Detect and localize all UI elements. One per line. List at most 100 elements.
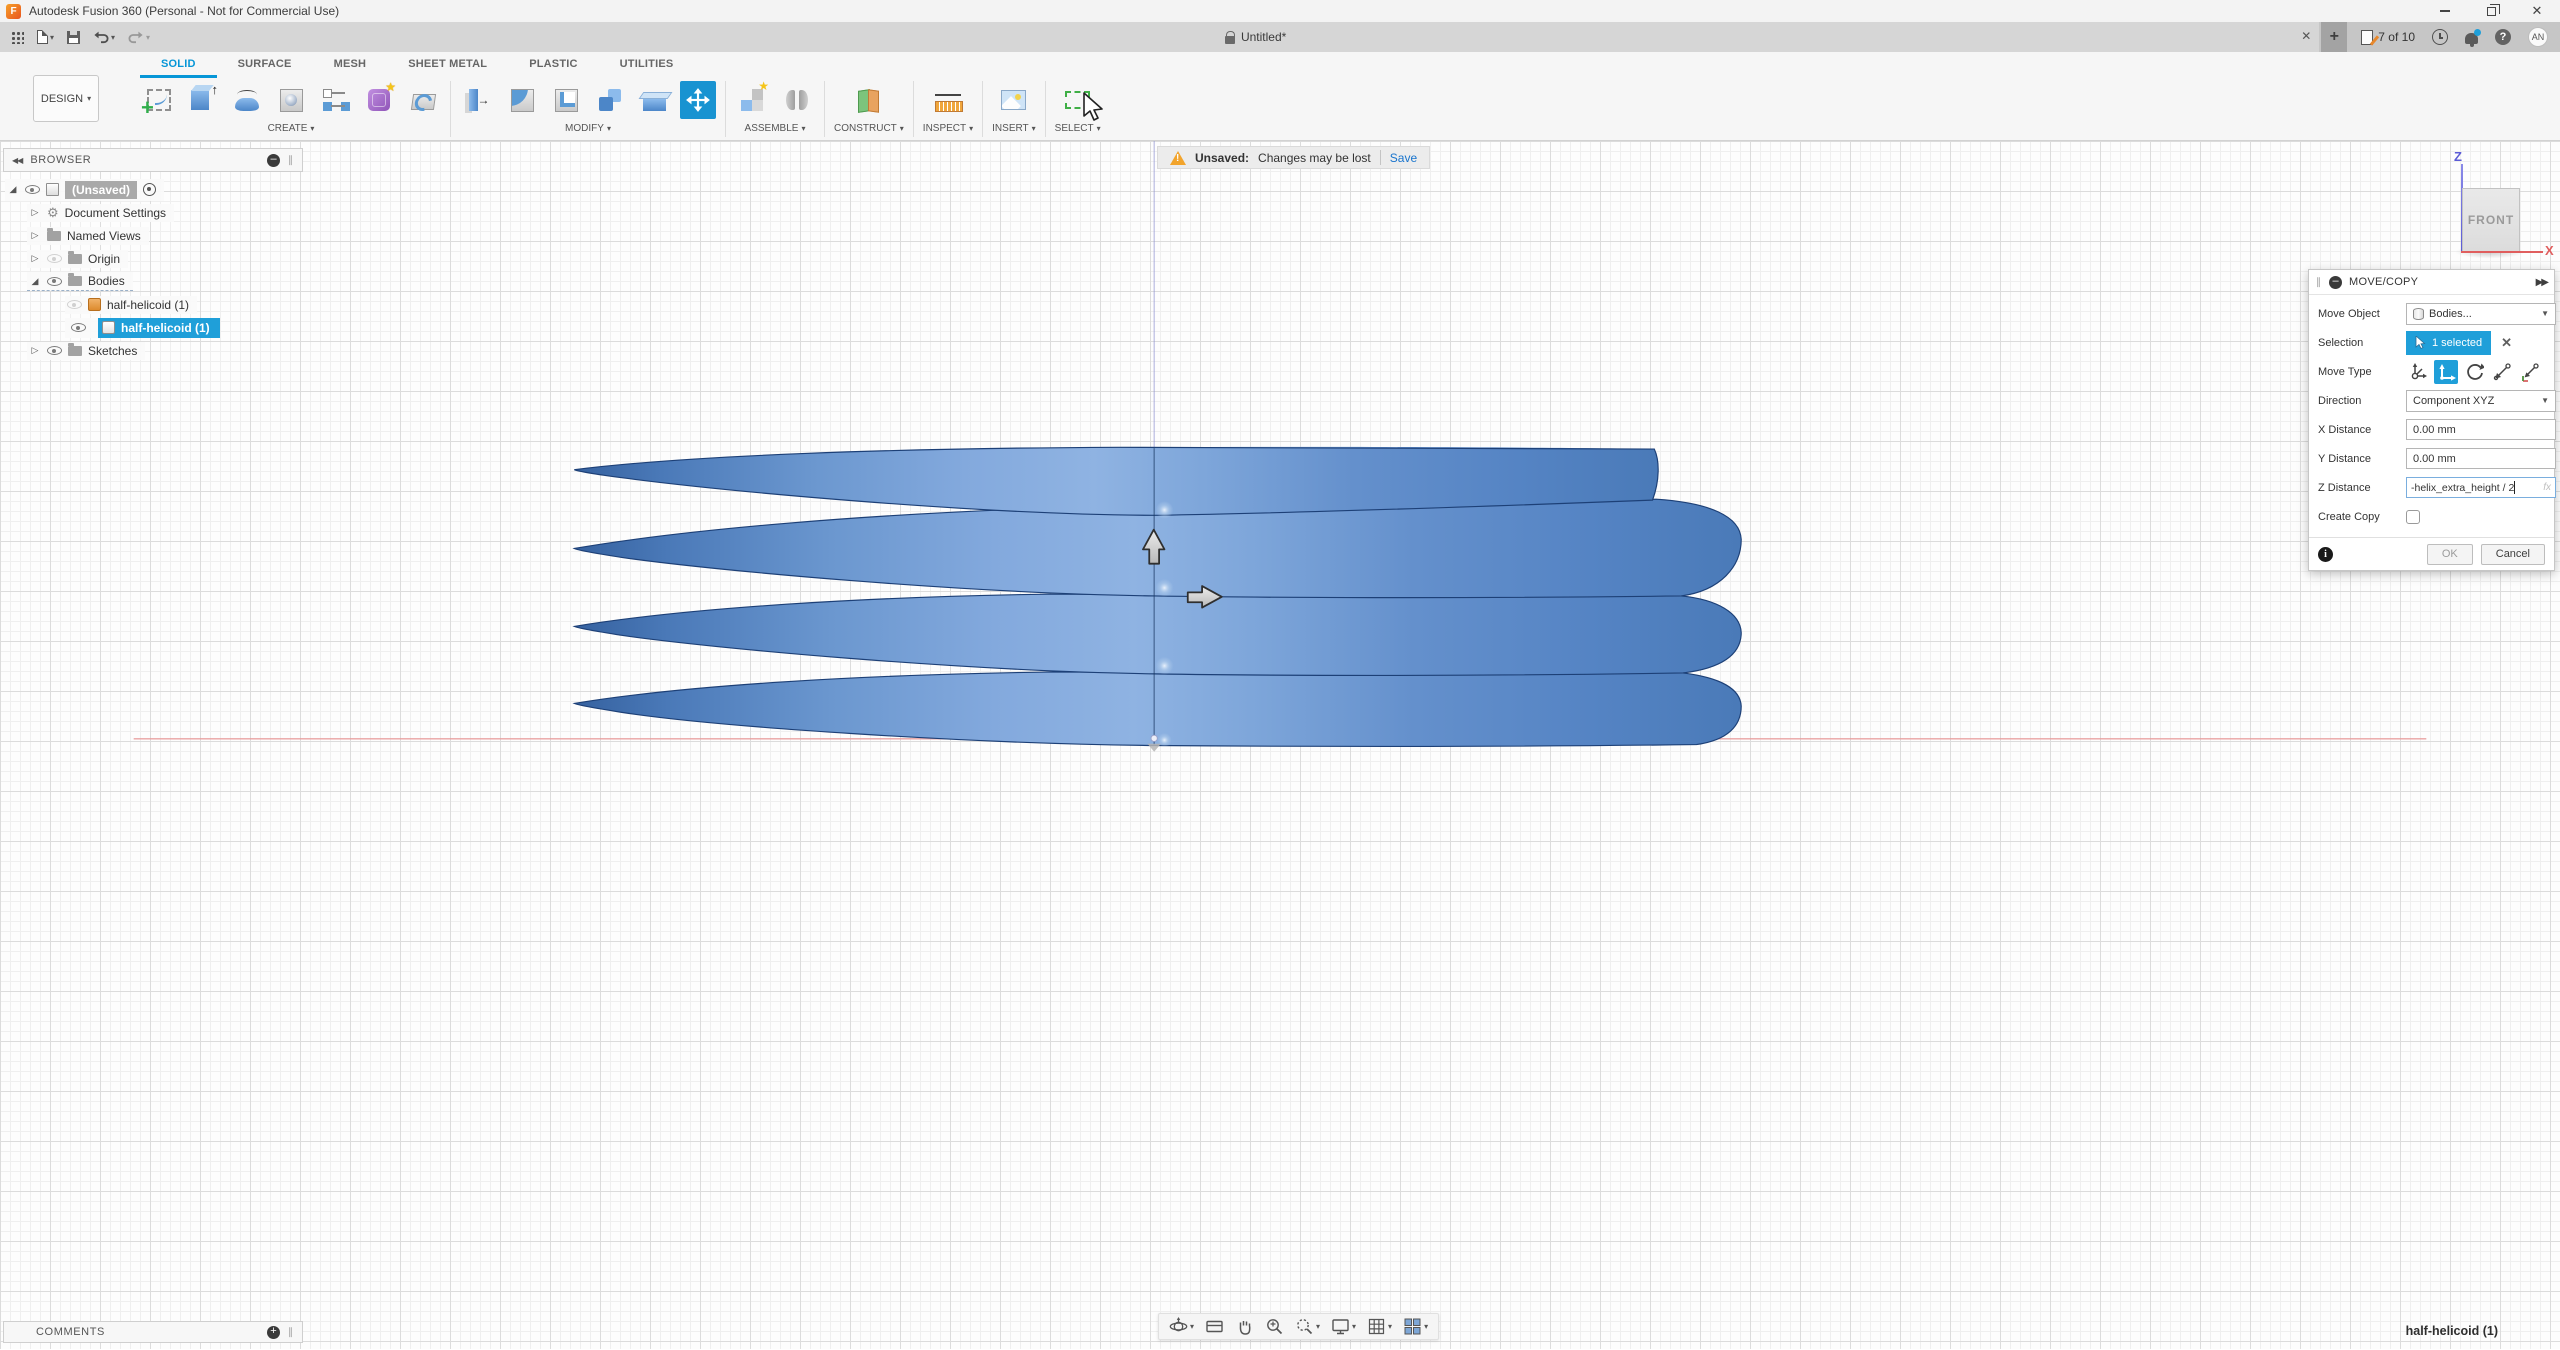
insert-canvas-icon[interactable] [996,81,1032,119]
clear-selection-icon[interactable]: ✕ [2501,335,2512,351]
minimize-panel-icon[interactable]: – [267,153,280,167]
comments-header[interactable]: COMMENTS + ∥ [3,1321,303,1343]
panel-grip[interactable]: ∥ [288,155,294,166]
collapsed-caret-icon[interactable]: ▷ [29,230,41,241]
insert-menu[interactable]: INSERT ▾ [992,123,1036,134]
visibility-eye-off-icon[interactable] [67,300,82,309]
look-at-button[interactable] [1205,1317,1224,1336]
split-body-icon[interactable] [636,81,672,119]
minimize-button[interactable] [2422,0,2468,22]
measure-icon[interactable] [930,81,966,119]
document-tab-close-icon[interactable]: ✕ [2301,29,2311,43]
create-copy-checkbox[interactable] [2406,509,2420,524]
move-copy-icon[interactable] [680,81,716,119]
tree-item-half-helicoid-selected[interactable]: half-helicoid (1) [3,316,303,339]
move-type-point-to-point-icon[interactable] [2490,360,2514,384]
coil-icon[interactable] [405,81,441,119]
job-status-icon[interactable] [2432,29,2448,45]
extrude-icon[interactable] [185,81,221,119]
tab-mesh[interactable]: MESH [313,52,388,78]
app-launcher-icon[interactable] [10,30,24,44]
z-distance-input[interactable]: -helix_extra_height / 2 fx [2406,477,2556,498]
combine-icon[interactable] [592,81,628,119]
collapsed-caret-icon[interactable]: ▷ [29,345,41,356]
create-sketch-icon[interactable] [141,81,177,121]
save-icon[interactable] [67,30,81,44]
redo-button[interactable]: ▾ [128,29,150,45]
collapsed-caret-icon[interactable]: ▷ [29,253,41,264]
visibility-eye-off-icon[interactable] [47,254,62,263]
tree-item-half-helicoid-hidden[interactable]: half-helicoid (1) [3,293,303,316]
visibility-eye-icon[interactable] [47,276,62,286]
move-type-translate-icon[interactable] [2434,359,2458,384]
direction-dropdown[interactable]: Component XYZ ▼ [2406,389,2556,412]
inspect-menu[interactable]: INSPECT ▾ [923,123,973,134]
workspace-selector[interactable]: DESIGN ▾ [33,75,99,122]
file-menu-button[interactable]: ▾ [37,30,54,44]
zoom-window-button[interactable]: ▾ [1295,1317,1320,1336]
dialog-grip[interactable]: ∥ [2316,277,2322,288]
viewports-button[interactable]: ▾ [1403,1317,1428,1336]
create-form-icon[interactable] [361,80,397,119]
x-distance-input[interactable] [2406,419,2556,440]
display-settings-button[interactable]: ▾ [1331,1317,1356,1336]
tree-item-origin[interactable]: ▷ Origin [3,247,303,270]
dialog-collapse-icon[interactable]: – [2329,275,2342,289]
expanded-caret-icon[interactable]: ◢ [7,184,19,195]
orbit-button[interactable]: ▾ [1169,1317,1194,1336]
viewcube[interactable]: Z FRONT X [2448,149,2558,261]
assemble-menu[interactable]: ASSEMBLE ▾ [745,123,806,134]
grid-display-button[interactable]: ▾ [1367,1317,1392,1336]
pan-button[interactable] [1235,1317,1254,1336]
tree-item-bodies[interactable]: ◢ Bodies [3,270,303,293]
visibility-eye-icon[interactable] [25,185,40,194]
construction-plane-icon[interactable] [851,81,887,119]
cancel-button[interactable]: Cancel [2480,543,2545,565]
document-tab[interactable]: Untitled* ✕ [192,22,2320,52]
collapse-panel-icon[interactable]: ◀◀ [12,156,23,165]
tree-item-document-settings[interactable]: ▷ ⚙ Document Settings [3,201,303,224]
revolve-icon[interactable] [229,81,265,119]
tree-item-sketches[interactable]: ▷ Sketches [3,339,303,362]
help-icon[interactable]: ? [2495,29,2511,45]
restore-button[interactable] [2468,0,2514,22]
tree-item-named-views[interactable]: ▷ Named Views [3,224,303,247]
pattern-icon[interactable] [317,81,353,119]
activate-component-icon[interactable] [143,183,157,196]
selection-chip[interactable]: 1 selected [2406,330,2492,355]
dialog-undock-icon[interactable]: ▶▶ [2536,277,2549,288]
zoom-button[interactable] [1265,1317,1284,1336]
visibility-eye-icon[interactable] [71,323,86,332]
new-document-tab-button[interactable]: + [2321,22,2348,52]
hole-icon[interactable] [273,81,309,119]
viewport-canvas[interactable]: ◀◀ BROWSER – ∥ ◢ (Unsaved) ▷ ⚙ Document … [0,141,2560,1349]
dialog-header[interactable]: ∥ – MOVE/COPY ▶▶ [2309,270,2554,295]
tree-item-document-root[interactable]: ◢ (Unsaved) [3,178,303,201]
expanded-caret-icon[interactable]: ◢ [29,276,41,287]
close-button[interactable]: ✕ [2514,0,2560,22]
notifications-bell-icon[interactable] [2465,28,2481,47]
tab-surface[interactable]: SURFACE [217,52,313,78]
shell-icon[interactable] [548,81,584,119]
move-type-free-move-icon[interactable] [2406,360,2430,384]
avatar[interactable]: AN [2528,27,2548,47]
move-object-dropdown[interactable]: Bodies... ▼ [2406,302,2556,325]
tab-plastic[interactable]: PLASTIC [508,52,598,78]
modify-menu[interactable]: MODIFY ▾ [565,123,611,134]
document-limit-counter[interactable]: 7 of 10 [2361,29,2415,45]
tab-utilities[interactable]: UTILITIES [599,52,695,78]
ok-button[interactable]: OK [2426,543,2473,565]
viewcube-front-face[interactable]: FRONT [2462,188,2520,252]
browser-header[interactable]: ◀◀ BROWSER – ∥ [3,148,303,172]
y-distance-input[interactable] [2406,448,2556,469]
collapsed-caret-icon[interactable]: ▷ [29,207,41,218]
joint-icon[interactable] [779,81,815,119]
save-link[interactable]: Save [1390,151,1417,165]
panel-grip[interactable]: ∥ [288,1327,294,1338]
fillet-icon[interactable] [504,81,540,119]
tab-sheet-metal[interactable]: SHEET METAL [387,52,508,78]
tab-solid[interactable]: SOLID [140,52,217,78]
half-helicoid-model[interactable] [0,141,2560,1350]
construct-menu[interactable]: CONSTRUCT ▾ [834,123,904,134]
info-icon[interactable]: i [2318,546,2333,562]
